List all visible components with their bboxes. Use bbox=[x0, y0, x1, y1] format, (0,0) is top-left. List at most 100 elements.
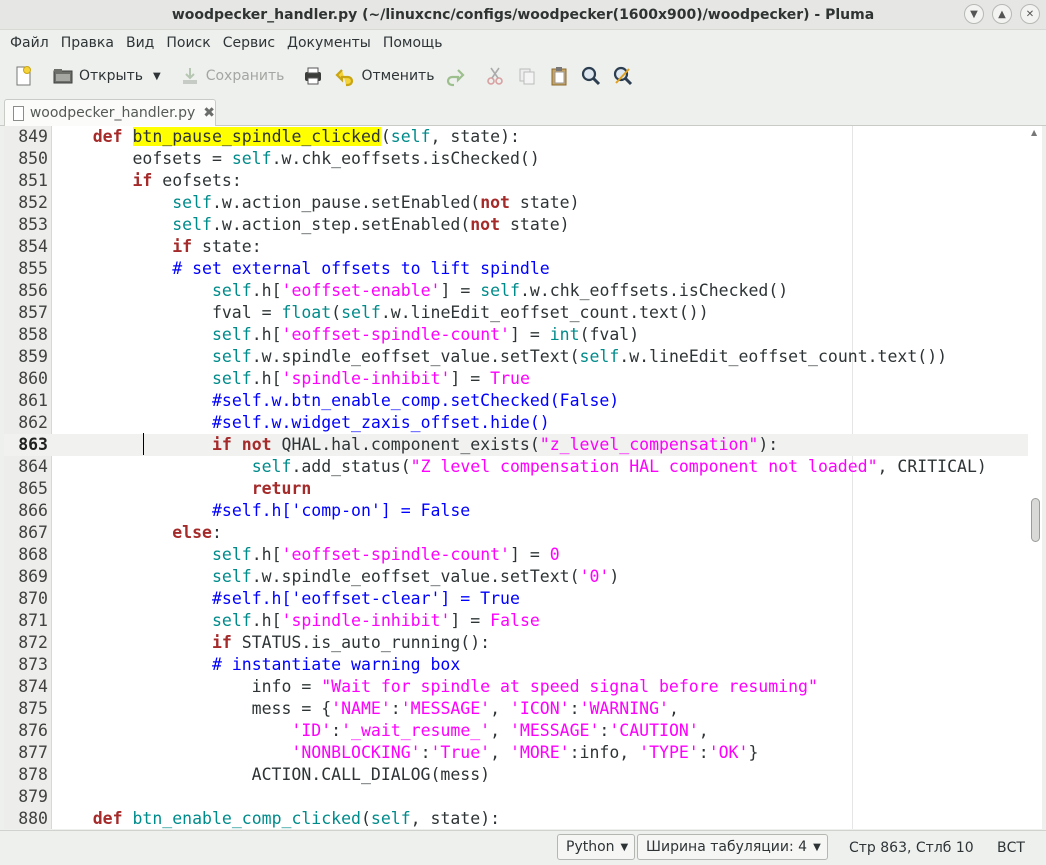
insert-mode: ВСТ bbox=[997, 840, 1025, 856]
code-line[interactable]: 873 # instantiate warning box bbox=[4, 654, 1028, 676]
code-line[interactable]: 872 if STATUS.is_auto_running(): bbox=[4, 632, 1028, 654]
code-text: self.h['eoffset-spindle-count'] = int(fv… bbox=[211, 325, 640, 344]
code-line[interactable]: 858 self.h['eoffset-spindle-count'] = in… bbox=[4, 324, 1028, 346]
menu-documents[interactable]: Документы bbox=[281, 35, 377, 51]
minimize-button[interactable]: ▼ bbox=[964, 4, 984, 24]
line-number: 856 bbox=[18, 281, 48, 300]
code-line[interactable]: 851 if eofsets: bbox=[4, 170, 1028, 192]
tab-width-selector[interactable]: Ширина табуляции: 4 ▼ bbox=[637, 834, 828, 860]
language-selector[interactable]: Python ▼ bbox=[557, 834, 636, 860]
clipboard-icon bbox=[548, 65, 570, 87]
line-number: 849 bbox=[18, 127, 48, 146]
code-text: 'NONBLOCKING':'True', 'MORE':info, 'TYPE… bbox=[291, 743, 759, 762]
line-number: 867 bbox=[18, 523, 48, 542]
code-line[interactable]: 867 else: bbox=[4, 522, 1028, 544]
code-text: fval = float(self.w.lineEdit_eoffset_cou… bbox=[53, 303, 709, 322]
code-line[interactable]: 879 bbox=[4, 786, 1028, 808]
tab-label: woodpecker_handler.py bbox=[29, 105, 196, 121]
open-recent-dropdown[interactable]: ▼ bbox=[149, 60, 165, 92]
code-line[interactable]: 866 #self.h['comp-on'] = False bbox=[4, 500, 1028, 522]
code-line[interactable]: 878 ACTION.CALL_DIALOG(mess) bbox=[4, 764, 1028, 786]
copy-button[interactable] bbox=[512, 60, 542, 92]
code-line[interactable]: 874 info = "Wait for spindle at speed si… bbox=[4, 676, 1028, 698]
code-text: self.w.action_step.setEnabled(not state) bbox=[172, 215, 570, 234]
line-number: 859 bbox=[18, 347, 48, 366]
code-line[interactable]: 849 def btn_pause_spindle_clicked(self, … bbox=[4, 126, 1028, 148]
code-line[interactable]: 855 # set external offsets to lift spind… bbox=[4, 258, 1028, 280]
menu-view[interactable]: Вид bbox=[120, 35, 160, 51]
code-line[interactable]: 859 self.w.spindle_eoffset_value.setText… bbox=[4, 346, 1028, 368]
new-document-button[interactable] bbox=[8, 60, 38, 92]
line-number: 853 bbox=[18, 215, 48, 234]
code-line[interactable]: 876 'ID':'_wait_resume_', 'MESSAGE':'CAU… bbox=[4, 720, 1028, 742]
scrollbar-thumb[interactable] bbox=[1031, 498, 1040, 542]
line-number: 872 bbox=[18, 633, 48, 652]
cut-button[interactable] bbox=[480, 60, 510, 92]
window-title: woodpecker_handler.py (~/linuxcnc/config… bbox=[171, 6, 875, 23]
code-line[interactable]: 854 if state: bbox=[4, 236, 1028, 258]
line-number: 860 bbox=[18, 369, 48, 388]
window-controls: ▼ ▲ ✕ bbox=[964, 4, 1040, 24]
code-line[interactable]: 868 self.h['eoffset-spindle-count'] = 0 bbox=[4, 544, 1028, 566]
open-button[interactable]: Открыть bbox=[48, 60, 147, 92]
vertical-scrollbar[interactable]: ▲ bbox=[1028, 126, 1042, 829]
scissors-icon bbox=[484, 65, 506, 87]
code-line[interactable]: 871 self.h['spindle-inhibit'] = False bbox=[4, 610, 1028, 632]
line-number: 854 bbox=[18, 237, 48, 256]
line-number: 852 bbox=[18, 193, 48, 212]
find-button[interactable] bbox=[576, 60, 606, 92]
code-line[interactable]: 860 self.h['spindle-inhibit'] = True bbox=[4, 368, 1028, 390]
scroll-up-icon[interactable]: ▲ bbox=[1031, 128, 1037, 137]
save-button[interactable]: Сохранить bbox=[175, 60, 289, 92]
code-text: self.h['eoffset-spindle-count'] = 0 bbox=[211, 545, 560, 564]
code-line[interactable]: 880 def btn_enable_comp_clicked(self, st… bbox=[4, 808, 1028, 829]
menu-help[interactable]: Помощь bbox=[377, 35, 449, 51]
toolbar: Открыть ▼ Сохранить Отменить bbox=[0, 57, 1046, 95]
chevron-down-icon: ▼ bbox=[970, 8, 978, 20]
print-button[interactable] bbox=[298, 60, 328, 92]
code-line[interactable]: 877 'NONBLOCKING':'True', 'MORE':info, '… bbox=[4, 742, 1028, 764]
redo-button[interactable] bbox=[440, 60, 470, 92]
code-line[interactable]: 865 return bbox=[4, 478, 1028, 500]
code-text: self.h['spindle-inhibit'] = True bbox=[211, 369, 530, 388]
line-number: 877 bbox=[18, 743, 48, 762]
code-line[interactable]: 864 self.add_status("Z level compensatio… bbox=[4, 456, 1028, 478]
text-cursor bbox=[143, 433, 144, 455]
language-label: Python bbox=[566, 839, 615, 855]
code-text: self.h['eoffset-enable'] = self.w.chk_eo… bbox=[211, 281, 789, 300]
code-line[interactable]: 857 fval = float(self.w.lineEdit_eoffset… bbox=[4, 302, 1028, 324]
code-text: eofsets = self.w.chk_eoffsets.isChecked(… bbox=[53, 149, 540, 168]
maximize-button[interactable]: ▲ bbox=[992, 4, 1012, 24]
menu-file[interactable]: Файл bbox=[4, 35, 55, 51]
code-line[interactable]: 853 self.w.action_step.setEnabled(not st… bbox=[4, 214, 1028, 236]
document-icon bbox=[13, 105, 24, 121]
code-line[interactable]: 850 eofsets = self.w.chk_eoffsets.isChec… bbox=[4, 148, 1028, 170]
code-line[interactable]: 863 if not QHAL.hal.component_exists("z_… bbox=[4, 434, 1028, 456]
close-window-button[interactable]: ✕ bbox=[1020, 4, 1040, 24]
replace-button[interactable] bbox=[608, 60, 638, 92]
menu-edit[interactable]: Правка bbox=[55, 35, 120, 51]
undo-button[interactable]: Отменить bbox=[330, 60, 438, 92]
line-number: 850 bbox=[18, 149, 48, 168]
code-line[interactable]: 870 #self.h['eoffset-clear'] = True bbox=[4, 588, 1028, 610]
code-line[interactable]: 856 self.h['eoffset-enable'] = self.w.ch… bbox=[4, 280, 1028, 302]
tab-woodpecker-handler[interactable]: woodpecker_handler.py ✖ bbox=[4, 99, 216, 126]
open-label: Открыть bbox=[79, 68, 143, 84]
code-line[interactable]: 869 self.w.spindle_eoffset_value.setText… bbox=[4, 566, 1028, 588]
code-line[interactable]: 875 mess = {'NAME':'MESSAGE', 'ICON':'WA… bbox=[4, 698, 1028, 720]
paste-button[interactable] bbox=[544, 60, 574, 92]
close-tab-icon[interactable]: ✖ bbox=[203, 105, 215, 121]
code-line[interactable]: 861 #self.w.btn_enable_comp.setChecked(F… bbox=[4, 390, 1028, 412]
code-text: self.w.action_pause.setEnabled(not state… bbox=[172, 193, 580, 212]
menu-search[interactable]: Поиск bbox=[160, 35, 216, 51]
line-number: 862 bbox=[18, 413, 48, 432]
code-line[interactable]: 862 #self.w.widget_zaxis_offset.hide() bbox=[4, 412, 1028, 434]
line-number: 876 bbox=[18, 721, 48, 740]
code-editor[interactable]: 849 def btn_pause_spindle_clicked(self, … bbox=[4, 126, 1042, 829]
menu-tools[interactable]: Сервис bbox=[217, 35, 281, 51]
line-number: 866 bbox=[18, 501, 48, 520]
document-tabs: woodpecker_handler.py ✖ bbox=[0, 97, 1046, 126]
code-line[interactable]: 852 self.w.action_pause.setEnabled(not s… bbox=[4, 192, 1028, 214]
code-text: if STATUS.is_auto_running(): bbox=[211, 633, 491, 652]
line-number: 878 bbox=[18, 765, 48, 784]
